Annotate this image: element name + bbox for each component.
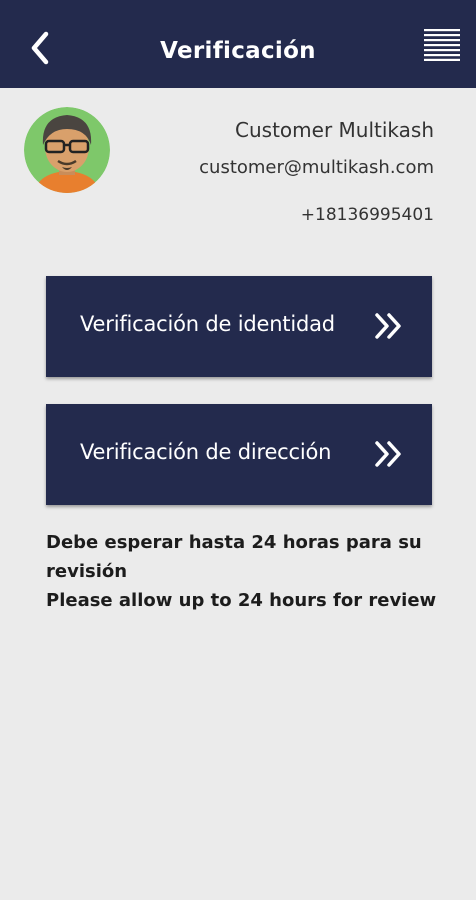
address-verification-label: Verificación de dirección — [80, 440, 332, 464]
user-avatar-icon — [24, 107, 110, 193]
user-email: customer@multikash.com — [199, 157, 434, 178]
user-phone: +18136995401 — [300, 205, 434, 225]
review-notice: Debe esperar hasta 24 horas para su revi… — [46, 528, 446, 615]
page-title: Verificación — [160, 38, 316, 64]
user-name: Customer Multikash — [235, 118, 434, 142]
menu-lines-icon — [424, 29, 460, 61]
double-chevron-right-icon — [375, 313, 401, 339]
menu-button[interactable] — [424, 29, 460, 61]
identity-verification-label: Verificación de identidad — [80, 312, 335, 336]
double-chevron-right-icon — [375, 441, 401, 467]
review-notice-en: Please allow up to 24 hours for review — [46, 590, 437, 611]
review-notice-es: Debe esperar hasta 24 horas para su revi… — [46, 532, 422, 582]
identity-verification-button[interactable]: Verificación de identidad — [46, 276, 432, 377]
avatar — [24, 107, 110, 193]
address-verification-button[interactable]: Verificación de dirección — [46, 404, 432, 505]
app-header: Verificación — [0, 0, 476, 88]
